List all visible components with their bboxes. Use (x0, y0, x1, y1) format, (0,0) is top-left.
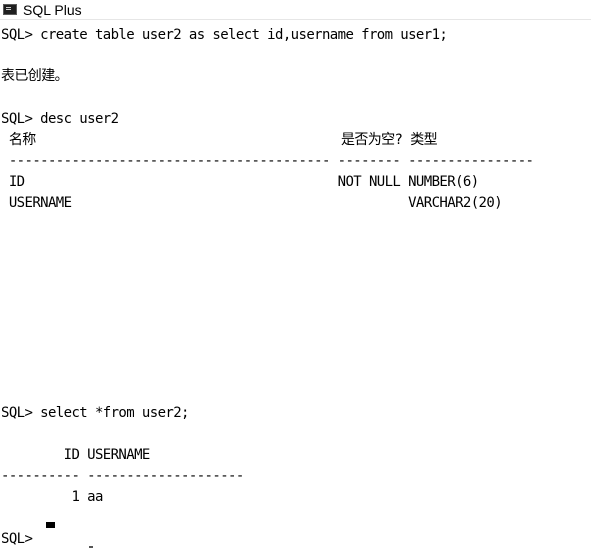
desc-header-row: 名称 是否为空? 类型 (1, 132, 438, 148)
console-line-desc-command: SQL> desc user2 (1, 111, 119, 127)
result-row: 1 aa (1, 489, 103, 505)
window-title: SQL Plus (23, 1, 82, 18)
console-output[interactable]: SQL> create table user2 as select id,use… (0, 21, 591, 552)
cursor-shadow-mark (89, 546, 93, 548)
result-separator-row: ---------- -------------------- (1, 468, 244, 484)
text-cursor (46, 522, 55, 528)
sqlplus-app-icon (3, 4, 17, 15)
title-bar: SQL Plus (0, 0, 591, 20)
desc-row-username: USERNAME VARCHAR2(20) (1, 195, 503, 211)
console-line-create-command: SQL> create table user2 as select id,use… (1, 27, 448, 43)
console-line-select-command: SQL> select *from user2; (1, 405, 189, 421)
console-line-table-created: 表已创建。 (1, 68, 69, 84)
desc-row-id: ID NOT NULL NUMBER(6) (1, 174, 479, 190)
console-prompt: SQL> (1, 531, 33, 547)
desc-separator-row: ----------------------------------------… (1, 153, 534, 169)
result-header-row: ID USERNAME (1, 447, 151, 463)
